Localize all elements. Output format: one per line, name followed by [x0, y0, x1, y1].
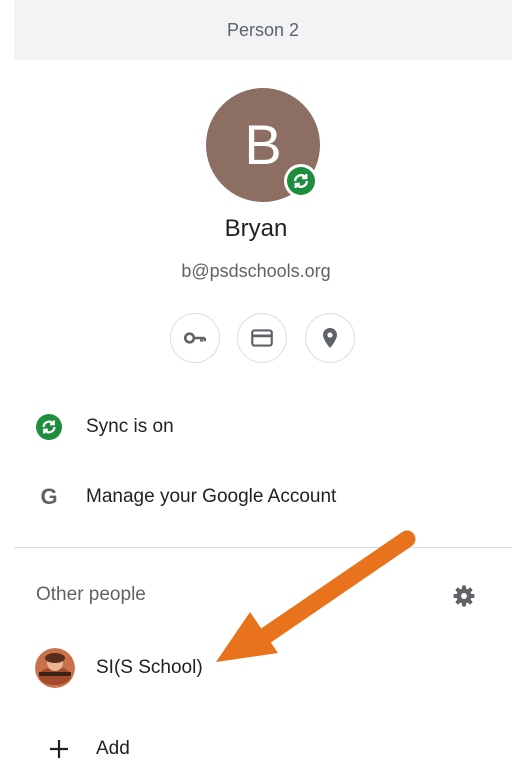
manage-people-button[interactable]	[451, 583, 477, 609]
sync-icon	[287, 167, 315, 195]
manage-account-label: Manage your Google Account	[86, 486, 337, 507]
person-label: SI(S School)	[96, 657, 203, 678]
user-name: Bryan	[224, 215, 288, 242]
key-icon	[183, 332, 207, 344]
passwords-button[interactable]	[170, 313, 220, 363]
add-person-row[interactable]: Add	[0, 724, 512, 774]
avatar-initial: B	[244, 113, 282, 176]
addresses-button[interactable]	[305, 313, 355, 363]
gear-icon	[453, 585, 475, 607]
google-g-icon: G	[40, 484, 58, 509]
profile-title: Person 2	[226, 19, 300, 40]
profile-menu-header: Person 2	[14, 0, 512, 60]
payment-methods-button[interactable]	[237, 313, 287, 363]
person-avatar	[35, 648, 75, 688]
location-pin-icon	[323, 328, 337, 348]
credit-card-icon	[251, 329, 273, 347]
add-person-label: Add	[96, 738, 130, 759]
sync-status-icon	[34, 412, 64, 442]
sync-status-row[interactable]: Sync is on	[0, 402, 512, 452]
other-people-heading: Other people	[36, 584, 146, 605]
user-email: b@psdschools.org	[181, 261, 331, 281]
plus-icon	[44, 734, 74, 764]
manage-account-row[interactable]: G Manage your Google Account	[0, 472, 512, 522]
sync-badge	[284, 164, 318, 198]
section-divider	[14, 547, 512, 548]
sync-status-label: Sync is on	[86, 416, 174, 437]
person-row[interactable]: SI(S School)	[0, 643, 512, 693]
